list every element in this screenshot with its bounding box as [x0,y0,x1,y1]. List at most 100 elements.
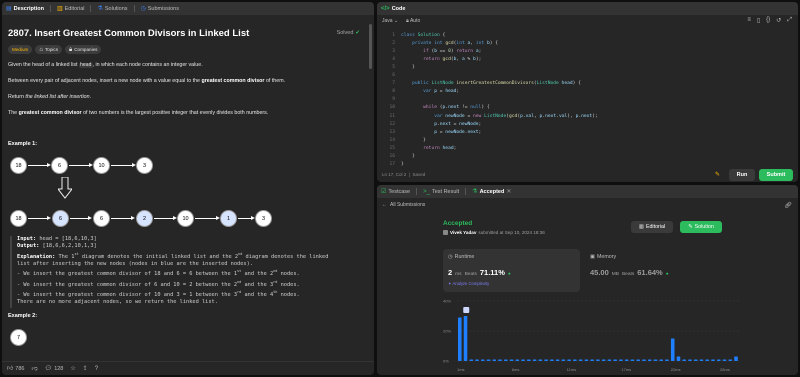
line-number: 2 [392,41,395,47]
text: nodes. [277,271,300,278]
text: nodes. [277,291,300,298]
line-number: 8 [392,89,395,95]
status-bar: Ln 17, Col 2 | Saved [382,172,426,177]
tab-accepted[interactable]: ⚗ Accepted ✕ [472,189,511,195]
leaf-icon: ● [507,272,511,277]
autocomplete-toggle[interactable]: 🔒︎ Auto [406,18,420,24]
chart-bar [527,359,531,361]
scrollbar[interactable] [369,24,372,69]
chart-bar [636,359,640,361]
memory-beats: 61.64% [637,268,663,277]
editorial-button[interactable]: ▥ Editorial [631,221,673,233]
link-icon[interactable]: 🔗︎ [784,202,792,209]
example-input: Input: head = [18,6,10,3] [17,236,366,243]
tab-test-result[interactable]: >_ Test Result [423,189,459,195]
tab-code[interactable]: </> Code [381,6,405,12]
edge [28,165,49,166]
code-line[interactable]: } [401,153,415,161]
tab-label: Editorial [64,5,85,12]
code-line[interactable]: var newNode = new ListNode(gcd(p.val, p.… [401,113,598,121]
code-line[interactable]: class Solution { [401,32,445,40]
like-button[interactable]: 👍︎ 786 [7,366,24,372]
run-button[interactable]: Run [729,169,755,181]
tab-description[interactable]: ▤ Description [6,6,44,12]
chart-bar [555,359,560,361]
tab-editorial[interactable]: ▥ Editorial [57,6,85,12]
code-line[interactable]: p = newNode.next; [401,129,481,137]
example-1-title: Example 1: [8,141,38,147]
code-editor[interactable]: 1 class Solution {2 private int gcd(int a… [377,29,798,167]
code-line[interactable]: var p = head; [401,88,459,96]
comments-button[interactable]: 💬︎ 128 [45,366,64,372]
runtime-distribution-chart[interactable]: 40% 20% 0% 1ms 6ms 11ms 17ms 22ms 28ms [443,295,743,373]
autocomplete-label: Auto [409,17,421,24]
chart-bar [498,359,502,361]
tab-testcase[interactable]: ☑ Testcase [381,189,410,195]
braces-icon[interactable]: {} [766,17,770,24]
line-number: 3 [392,49,395,55]
fullscreen-icon[interactable]: ⤢ [787,17,792,24]
close-icon[interactable]: ✕ [506,189,511,195]
share-icon[interactable]: ⇪ [83,366,88,372]
analyze-complexity-link[interactable]: ✦ Analyze Complexity [448,281,575,286]
format-icon[interactable]: ≡ [747,17,751,24]
list-node: 7 [10,329,27,346]
tab-label: Code [391,5,406,12]
chart-bar [670,338,675,361]
topics-chip[interactable]: ⌂ Topics [35,45,62,54]
star-icon[interactable]: ☆ [70,366,75,372]
language-value: Java [382,17,393,24]
thumbs-down-icon[interactable]: 👎︎ [31,366,37,372]
button-label: Solution [694,224,714,230]
code-line[interactable]: while (p.next != null) { [401,104,490,112]
y-tick-label: 0% [443,359,449,364]
submission-info: Vivek Yadav submitted at Sep 10, 2024 18… [443,230,545,235]
chart-bar [578,359,583,361]
line-number: 12 [389,121,395,127]
submit-button[interactable]: Submit [759,169,793,181]
code-line[interactable]: return gcd(b, a % b); [401,56,481,64]
help-icon[interactable]: ? [95,366,98,372]
code-line[interactable]: private int gcd(int a, int b) { [401,40,498,48]
code-line[interactable]: public ListNode insertGreatestCommonDivi… [401,80,581,88]
comment-icon: 💬︎ [44,365,53,372]
memory-card[interactable]: ▣ Memory 45.00 MB Beats 61.64% ● [585,249,726,292]
tag-icon: ⌂ [39,46,43,53]
chip-icon: ▣ [590,254,596,260]
explanation-line: - We insert the greatest common divisor … [17,279,366,289]
note-icon[interactable]: ✎ [715,171,720,178]
bold-text: greatest common divisor [201,78,265,84]
difficulty-badge[interactable]: Medium [8,45,33,54]
code-line[interactable]: } [401,137,426,145]
leaf-icon: ● [665,272,669,277]
language-select[interactable]: Java ⌄ [382,18,398,24]
code-line[interactable]: return head; [401,145,456,153]
value: head = [18,6,10,3] [39,236,97,242]
line-number: 13 [389,129,395,135]
tab-submissions[interactable]: ◷ Submissions [141,6,179,12]
memory-value: 45.00 [590,268,609,277]
code-line[interactable]: p.next = newNode; [401,121,481,129]
explanation-line: There are no more adjacent nodes, so we … [17,298,218,305]
arrow-head [88,216,92,220]
link-label: All Submissions [390,202,426,208]
code-line[interactable]: } [401,64,415,72]
runtime-card[interactable]: ◷ Runtime 2 ms Beats 71.11% ● ✦ Analyze C… [443,249,580,292]
username[interactable]: Vivek Yadav [450,230,476,235]
link-label: Analyze Complexity [452,281,490,286]
divider [465,188,467,195]
chip-label: Companies [74,47,98,52]
code-tabbar: </> Code [377,2,798,15]
companies-chip[interactable]: 🔒︎ Companies [65,45,102,54]
tab-solutions[interactable]: ⚗ Solutions [97,6,127,12]
code-line[interactable]: } [401,161,404,169]
chart-bar [509,359,514,361]
bookmark-icon[interactable]: ▯ [757,17,760,24]
submitted-time: submitted at Sep 10, 2024 18:36 [478,230,545,235]
chart-bar [567,359,571,361]
reset-icon[interactable]: ↺ [776,17,781,24]
code-line[interactable]: if (b == 0) return a; [401,48,481,56]
solution-button[interactable]: ✎ Solution [680,221,722,233]
chart-bar [481,359,485,361]
all-submissions-link[interactable]: ← All Submissions [382,202,425,208]
